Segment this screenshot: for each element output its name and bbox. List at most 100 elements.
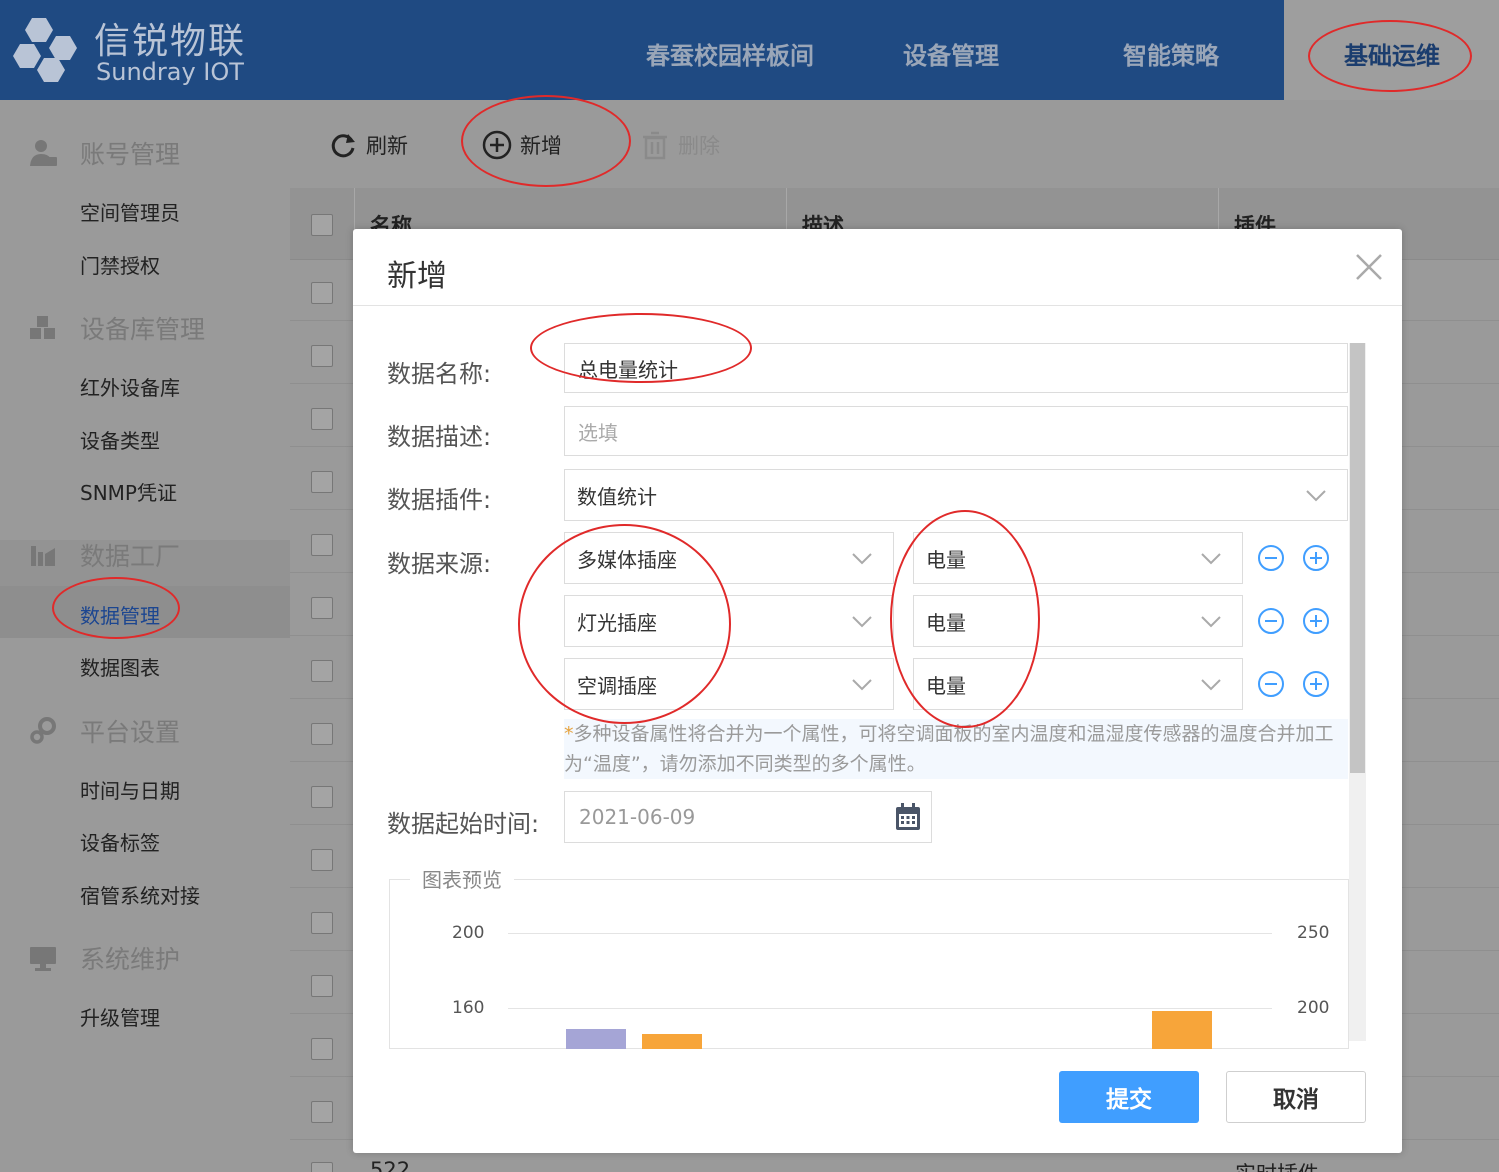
add-source-icon[interactable] [1302, 670, 1330, 698]
row-checkbox[interactable] [311, 408, 333, 430]
row-checkbox[interactable] [311, 912, 333, 934]
row-checkbox[interactable] [311, 1101, 333, 1123]
plugin-label: 数据插件: [387, 486, 492, 514]
close-icon[interactable] [1353, 251, 1385, 283]
row-checkbox[interactable] [311, 786, 333, 808]
chart-preview-title: 图表预览 [410, 864, 514, 893]
refresh-button[interactable]: 刷新 [328, 130, 408, 160]
sidebar-item-data-charts[interactable]: 数据图表 [80, 652, 160, 681]
hint-star: * [564, 723, 574, 745]
row-checkbox[interactable] [311, 1038, 333, 1060]
sidebar-item-infrared-library[interactable]: 红外设备库 [80, 372, 180, 401]
monitor-icon [28, 943, 58, 973]
calendar-icon[interactable] [895, 803, 921, 831]
sidebar-item-dorm-integration[interactable]: 宿管系统对接 [80, 880, 200, 909]
chevron-down-icon [1201, 553, 1221, 565]
description-label: 数据描述: [387, 423, 492, 451]
remove-source-icon[interactable] [1257, 544, 1285, 572]
row-checkbox[interactable] [311, 345, 333, 367]
top-bar: 信锐物联 Sundray IOT 春蚕校园样板间 设备管理 智能策略 基础运维 [0, 0, 1499, 100]
chevron-down-icon [852, 553, 872, 565]
y-right-tick: 200 [1297, 998, 1330, 1018]
chart-bar [566, 1029, 626, 1049]
user-icon [28, 138, 58, 168]
refresh-icon [328, 130, 358, 160]
chevron-down-icon [1306, 490, 1326, 502]
sidebar-item-space-admin[interactable]: 空间管理员 [80, 197, 180, 226]
chevron-down-icon [852, 679, 872, 691]
row-checkbox[interactable] [311, 471, 333, 493]
chart-bar [642, 1034, 702, 1049]
sidebar-group-label: 设备库管理 [80, 315, 206, 344]
annotation-circle [890, 510, 1040, 728]
chart-gridline [508, 1008, 1272, 1009]
sidebar-item-device-types[interactable]: 设备类型 [80, 425, 160, 454]
sidebar-group-account[interactable]: 账号管理 [28, 135, 180, 171]
nav-smart-strategy[interactable]: 智能策略 [1123, 36, 1219, 71]
dialog-header: 新增 [353, 229, 1402, 306]
plugin-selected-value: 数值统计 [577, 484, 657, 509]
row-checkbox[interactable] [311, 723, 333, 745]
name-label: 数据名称: [387, 360, 492, 388]
table-cell-name: 522 [370, 1158, 411, 1172]
cancel-button[interactable]: 取消 [1226, 1071, 1366, 1123]
table-cell-plugin: 实时插件 [1235, 1158, 1319, 1172]
chart-bar [1152, 1011, 1212, 1049]
sidebar-group-device-library[interactable]: 设备库管理 [28, 310, 205, 346]
nav-device-management[interactable]: 设备管理 [903, 36, 999, 71]
sidebar-item-device-tags[interactable]: 设备标签 [80, 827, 160, 856]
chevron-down-icon [1201, 679, 1221, 691]
sidebar-group-platform-settings[interactable]: 平台设置 [28, 713, 180, 749]
row-checkbox[interactable] [311, 975, 333, 997]
nav-campus[interactable]: 春蚕校园样板间 [646, 36, 814, 71]
sidebar-group-label: 账号管理 [80, 140, 181, 169]
y-right-tick: 250 [1297, 923, 1330, 943]
chevron-down-icon [1201, 616, 1221, 628]
dialog-scrollbar-thumb[interactable] [1350, 343, 1365, 773]
annotation-circle [518, 524, 731, 724]
annotation-circle [1308, 20, 1472, 92]
start-time-label: 数据起始时间: [387, 810, 540, 838]
header-brand-area: 信锐物联 Sundray IOT 春蚕校园样板间 设备管理 智能策略 [0, 0, 1284, 100]
sidebar-group-data-factory[interactable]: 数据工厂 [28, 537, 180, 573]
add-source-icon[interactable] [1302, 544, 1330, 572]
source-hint-text: *多种设备属性将合并为一个属性，可将空调面板的室内温度和温湿度传感器的温度合并加… [564, 719, 1348, 779]
refresh-label: 刷新 [366, 134, 408, 158]
hint-body: 多种设备属性将合并为一个属性，可将空调面板的室内温度和温湿度传感器的温度合并加工… [564, 723, 1334, 775]
sidebar-item-snmp[interactable]: SNMP凭证 [80, 477, 177, 506]
annotation-circle [461, 95, 631, 187]
annotation-circle [530, 313, 752, 383]
sidebar-item-time-date[interactable]: 时间与日期 [80, 775, 180, 804]
submit-button[interactable]: 提交 [1059, 1071, 1199, 1123]
sidebar-item-access-auth[interactable]: 门禁授权 [80, 250, 160, 279]
row-checkbox[interactable] [311, 849, 333, 871]
sundray-logo-icon [13, 18, 77, 82]
remove-source-icon[interactable] [1257, 607, 1285, 635]
sidebar-group-label: 平台设置 [80, 718, 181, 747]
y-left-tick: 200 [452, 923, 485, 943]
chart-preview: 图表预览 200 160 250 200 [389, 864, 1349, 1049]
data-description-input[interactable]: 选填 [564, 406, 1348, 456]
chart-gridline [508, 933, 1272, 934]
start-date-input[interactable]: 2021-06-09 [564, 791, 932, 843]
cubes-icon [28, 313, 58, 343]
row-checkbox[interactable] [311, 1162, 333, 1172]
brand-name-cn: 信锐物联 [94, 21, 247, 62]
start-date-placeholder: 2021-06-09 [579, 805, 696, 829]
add-source-icon[interactable] [1302, 607, 1330, 635]
sidebar-group-label: 数据工厂 [80, 542, 181, 571]
row-checkbox[interactable] [311, 660, 333, 682]
source-label: 数据来源: [387, 550, 492, 578]
trash-icon [640, 130, 670, 160]
row-checkbox[interactable] [311, 282, 333, 304]
row-checkbox[interactable] [311, 597, 333, 619]
gears-icon [28, 716, 58, 746]
delete-button[interactable]: 删除 [640, 130, 720, 160]
select-all-checkbox[interactable] [311, 214, 333, 236]
row-checkbox[interactable] [311, 534, 333, 556]
sidebar-item-upgrade[interactable]: 升级管理 [80, 1002, 160, 1031]
remove-source-icon[interactable] [1257, 670, 1285, 698]
annotation-circle [52, 577, 180, 639]
chevron-down-icon [852, 616, 872, 628]
sidebar-group-system-maintenance[interactable]: 系统维护 [28, 940, 180, 976]
